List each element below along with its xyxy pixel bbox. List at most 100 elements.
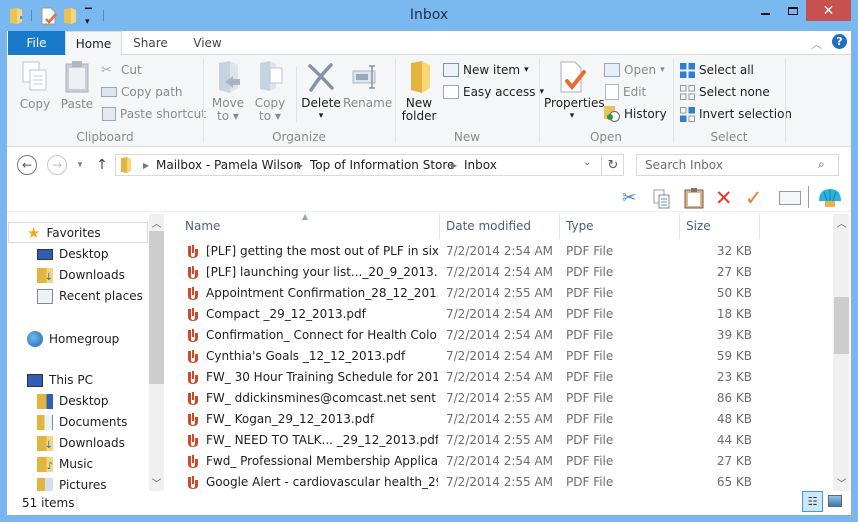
nav-pane-scrollbar-thumb[interactable] [149, 231, 164, 384]
copy-button[interactable]: Copy [17, 60, 53, 111]
minimize-button[interactable] [751, 0, 779, 21]
address-dropdown-icon[interactable]: ⌄ [583, 157, 591, 168]
desktop-icon [37, 248, 53, 260]
file-row[interactable]: Compact _29_12_2013.pdf 7/2/2014 2:54 AM P… [180, 304, 820, 325]
easy-access-button[interactable]: Easy access ▾ [443, 83, 544, 101]
move-to-button[interactable]: Move to ▾ [209, 60, 247, 123]
nav-item-favorites-downloads[interactable]: ↓ Downloads [37, 265, 125, 285]
email-icon[interactable] [779, 191, 801, 205]
scroll-up-icon[interactable]: ︿ [833, 214, 850, 231]
new-folder-button[interactable]: New folder [400, 60, 438, 123]
edit-label: Edit [623, 85, 647, 99]
close-button[interactable]: ✕ [806, 0, 851, 21]
search-input[interactable]: Search Inbox [645, 158, 723, 172]
maximize-icon [787, 6, 798, 15]
nav-item-documents[interactable]: Documents [37, 412, 127, 432]
file-row[interactable]: [PLF] launching your list..._20_9_2013.p… [180, 262, 820, 283]
search-icon[interactable]: ⌕ [818, 157, 825, 172]
paste-icon[interactable] [684, 187, 704, 212]
back-button[interactable]: ← [17, 155, 37, 175]
nav-item-homegroup[interactable]: Homegroup [27, 329, 119, 349]
column-header-size[interactable]: Size [680, 213, 760, 239]
rename-button[interactable]: Rename [343, 60, 392, 110]
copy-path-button[interactable]: Copy path [101, 83, 183, 101]
breadcrumb-chevron-icon[interactable]: ▶ [451, 161, 457, 170]
column-header-type[interactable]: Type [560, 213, 680, 239]
select-all-icon [680, 62, 695, 78]
delete-icon[interactable]: ✕ [715, 186, 733, 210]
tab-home[interactable]: Home [65, 31, 122, 56]
folder-icon[interactable] [9, 7, 23, 25]
tab-file[interactable]: File [8, 31, 65, 55]
nav-item-pc-desktop[interactable]: Desktop [37, 391, 109, 411]
nav-item-favorites-desktop[interactable]: Desktop [37, 244, 109, 264]
file-name: FW_ Kogan_29_12_2013.pdf [206, 412, 375, 426]
file-row[interactable]: [PLF] getting the most out of PLF in six… [180, 241, 820, 262]
open-button[interactable]: Open ▾ [604, 61, 665, 79]
nav-item-music[interactable]: ♪ Music [37, 454, 93, 474]
music-folder-icon: ♪ [37, 456, 53, 472]
file-row[interactable]: Confirmation_ Connect for Health Color..… [180, 325, 820, 346]
shell-icon[interactable] [817, 187, 843, 212]
breadcrumb-chevron-icon[interactable]: ▶ [143, 161, 149, 170]
breadcrumb-inbox[interactable]: Inbox [464, 158, 497, 172]
file-row[interactable]: FW_ NEED TO TALK... _29_12_2013.pdf 7/2/2… [180, 430, 820, 451]
pdf-icon [188, 392, 198, 405]
file-row[interactable]: Fwd_ Professional Membership Applicati..… [180, 451, 820, 472]
invert-selection-button[interactable]: Invert selection [680, 105, 792, 123]
copy-icon[interactable] [653, 189, 671, 212]
pdf-icon [188, 329, 198, 342]
file-row[interactable]: FW_ Kogan_29_12_2013.pdf 7/2/2014 2:55 AM… [180, 409, 820, 430]
properties-icon[interactable] [41, 7, 57, 25]
properties-button[interactable]: Properties ▾ [544, 60, 605, 123]
history-button[interactable]: History [604, 105, 667, 123]
edit-button[interactable]: Edit [604, 83, 646, 101]
scroll-down-icon[interactable]: ﹀ [833, 474, 850, 491]
file-row[interactable]: FW_ ddickinsmines@comcast.net sent y... 7… [180, 388, 820, 409]
new-item-button[interactable]: New item ▾ [443, 61, 529, 79]
invert-selection-label: Invert selection [699, 107, 793, 121]
large-icons-view-button[interactable] [828, 495, 842, 507]
select-none-button[interactable]: Select none [680, 83, 770, 101]
scroll-up-icon[interactable]: ︿ [148, 214, 165, 231]
select-all-button[interactable]: Select all [680, 61, 754, 79]
delete-button[interactable]: Delete ▾ [301, 60, 341, 123]
chevron-up-icon[interactable]: ︿ [811, 36, 822, 52]
nav-item-favorites[interactable]: ★ Favorites [27, 223, 101, 243]
up-button[interactable]: ↑ [94, 156, 110, 174]
file-row[interactable]: Google Alert - cardiovascular health_29_… [180, 472, 820, 493]
file-row[interactable]: Appointment Confirmation_28_12_2013.... 7… [180, 283, 820, 304]
paste-shortcut-button[interactable]: Paste shortcut [101, 105, 206, 123]
refresh-button[interactable]: ↻ [601, 154, 624, 176]
column-header-name[interactable]: Name [179, 213, 440, 239]
file-row[interactable]: Cynthia's Goals _12_12_2013.pdf 7/2/2014 … [180, 346, 820, 367]
nav-item-pc-downloads[interactable]: ↓ Downloads [37, 433, 125, 453]
maximize-button[interactable] [779, 0, 806, 21]
tab-share[interactable]: Share [122, 31, 179, 55]
file-list-scrollbar-thumb[interactable] [834, 297, 849, 354]
new-folder-icon[interactable] [63, 7, 77, 25]
nav-item-this-pc[interactable]: This PC [27, 370, 93, 390]
history-icon [604, 106, 620, 122]
file-row[interactable]: FW_ 30 Hour Training Schedule for 2014_.… [180, 367, 820, 388]
properties-check-icon[interactable]: ✓ [745, 186, 763, 210]
customize-dropdown-icon[interactable]: ▔ ▾ [85, 10, 92, 27]
recent-locations-button[interactable]: ▾ [74, 158, 86, 172]
details-view-button[interactable]: ☷ [802, 491, 823, 512]
file-type: PDF File [566, 412, 614, 426]
breadcrumb-top-of-information-store[interactable]: Top of Information Store [310, 158, 454, 172]
file-size: 23 KB [716, 370, 752, 384]
copy-to-button[interactable]: Copy to ▾ [251, 60, 289, 123]
paste-button[interactable]: Paste [58, 60, 96, 111]
column-header-date-modified[interactable]: Date modified [440, 213, 560, 239]
forward-button[interactable]: → [47, 155, 67, 175]
breadcrumb-chevron-icon[interactable]: ▶ [297, 161, 303, 170]
cut-icon[interactable]: ✂ [622, 188, 636, 208]
breadcrumb-mailbox[interactable]: Mailbox - Pamela Wilson [156, 158, 301, 172]
delete-icon [308, 63, 334, 92]
scroll-down-icon[interactable]: ﹀ [148, 474, 165, 491]
help-icon[interactable]: ? [832, 34, 847, 49]
tab-view[interactable]: View [179, 31, 236, 55]
nav-item-recent-places[interactable]: Recent places [37, 286, 143, 306]
cut-button[interactable]: ✂ Cut [101, 61, 142, 79]
